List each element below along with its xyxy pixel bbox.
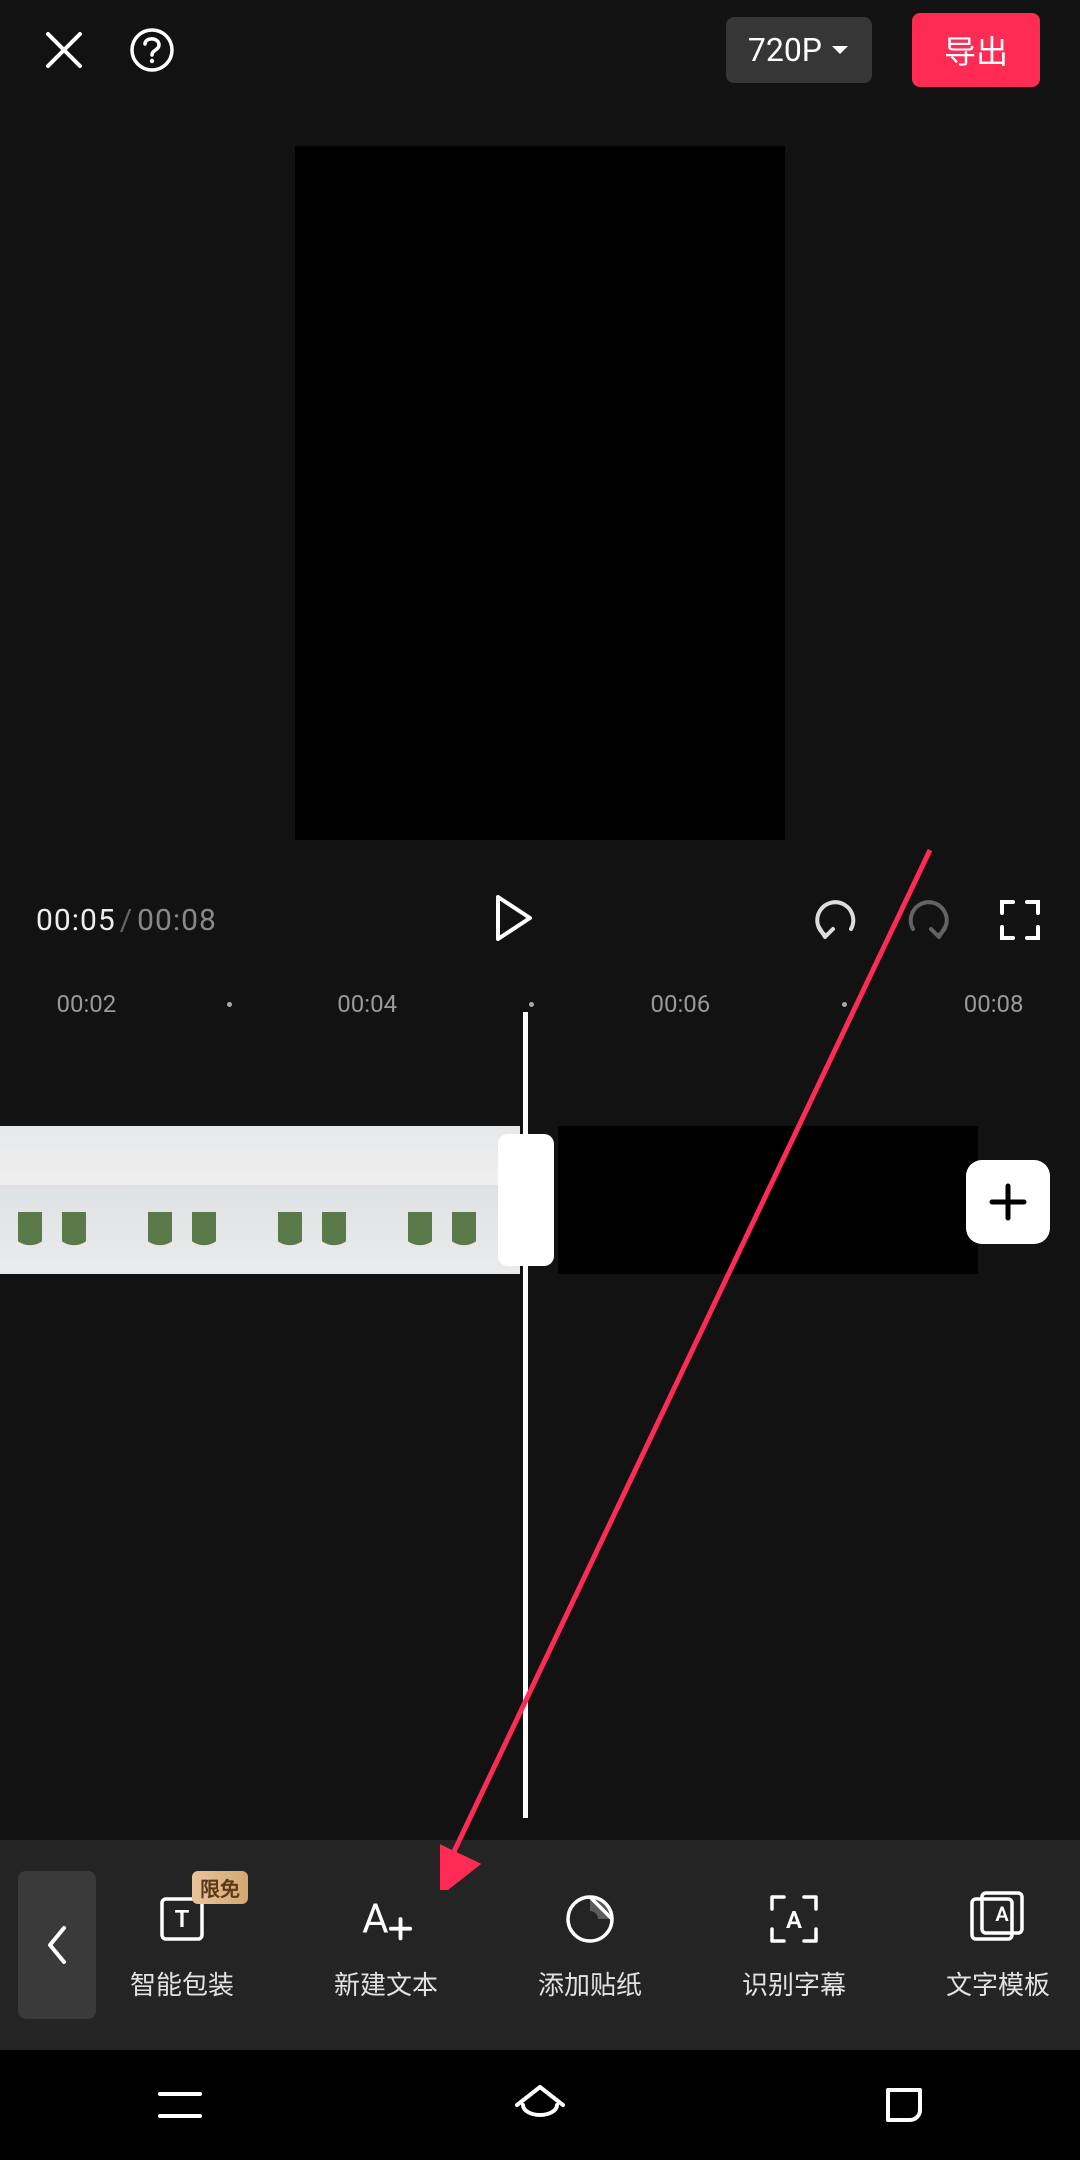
close-button[interactable] bbox=[40, 26, 88, 74]
tool-label: 文字模板 bbox=[946, 1965, 1050, 2002]
playhead[interactable] bbox=[523, 1012, 528, 1818]
time-display: 00:05/00:08 bbox=[36, 903, 217, 938]
add-clip-button[interactable] bbox=[966, 1160, 1050, 1244]
undo-icon bbox=[813, 899, 859, 941]
total-time: 00:08 bbox=[137, 903, 217, 938]
chevron-left-icon bbox=[44, 1924, 70, 1966]
undo-button[interactable] bbox=[812, 896, 860, 944]
nav-back-button[interactable] bbox=[860, 2080, 940, 2130]
svg-text:A: A bbox=[995, 1902, 1009, 1926]
tool-smart-package[interactable]: 限免 T 智能包装 bbox=[130, 1889, 234, 2002]
tool-label: 识别字幕 bbox=[742, 1965, 846, 2002]
ruler-tick: 00:08 bbox=[964, 990, 1024, 1018]
menu-icon bbox=[154, 2086, 206, 2124]
nav-home-button[interactable] bbox=[500, 2080, 580, 2130]
empty-track[interactable] bbox=[558, 1126, 978, 1274]
video-track[interactable] bbox=[0, 1126, 520, 1274]
export-button[interactable]: 导出 bbox=[912, 13, 1040, 87]
plus-icon bbox=[987, 1181, 1029, 1223]
toolbar-back-button[interactable] bbox=[18, 1871, 96, 2019]
chevron-down-icon bbox=[830, 43, 850, 57]
svg-text:A: A bbox=[786, 1906, 802, 1934]
system-nav-bar bbox=[0, 2050, 1080, 2160]
text-template-icon: A bbox=[968, 1889, 1028, 1949]
home-icon bbox=[513, 2083, 567, 2127]
redo-button[interactable] bbox=[904, 896, 952, 944]
new-text-icon: A bbox=[356, 1889, 416, 1949]
preview-area bbox=[0, 100, 1080, 880]
video-frame bbox=[0, 1126, 130, 1274]
sticker-icon bbox=[560, 1889, 620, 1949]
timeline-ruler[interactable]: 00:02 00:04 00:06 00:08 bbox=[0, 974, 1080, 1034]
player-controls: 00:05/00:08 bbox=[0, 880, 1080, 960]
bottom-toolbar: 限免 T 智能包装 A 新建文本 添加贴纸 A 识别字幕 A bbox=[0, 1840, 1080, 2050]
tool-label: 添加贴纸 bbox=[538, 1965, 642, 2002]
tool-label: 新建文本 bbox=[334, 1965, 438, 2002]
timeline[interactable] bbox=[0, 1064, 1080, 1364]
export-label: 导出 bbox=[944, 33, 1008, 71]
tool-new-text[interactable]: A 新建文本 bbox=[334, 1889, 438, 2002]
video-preview[interactable] bbox=[295, 146, 785, 840]
ruler-tick: 00:04 bbox=[337, 990, 397, 1018]
help-icon bbox=[129, 27, 175, 73]
tool-add-sticker[interactable]: 添加贴纸 bbox=[538, 1889, 642, 2002]
ruler-tick: 00:06 bbox=[651, 990, 711, 1018]
ruler-tick: 00:02 bbox=[57, 990, 117, 1018]
free-badge: 限免 bbox=[192, 1871, 248, 1904]
play-icon bbox=[494, 895, 534, 941]
fullscreen-button[interactable] bbox=[996, 896, 1044, 944]
tool-text-template[interactable]: A 文字模板 bbox=[946, 1889, 1050, 2002]
tool-label: 智能包装 bbox=[130, 1965, 234, 2002]
current-time: 00:05 bbox=[36, 903, 116, 938]
fullscreen-icon bbox=[999, 899, 1041, 941]
tool-recognize-subtitle[interactable]: A 识别字幕 bbox=[742, 1889, 846, 2002]
redo-icon bbox=[905, 899, 951, 941]
svg-text:T: T bbox=[175, 1905, 190, 1933]
play-button[interactable] bbox=[494, 895, 534, 945]
recognize-subtitle-icon: A bbox=[764, 1889, 824, 1949]
video-frame bbox=[130, 1126, 260, 1274]
resolution-label: 720P bbox=[748, 31, 822, 69]
video-frame bbox=[260, 1126, 390, 1274]
resolution-selector[interactable]: 720P bbox=[726, 17, 872, 83]
close-icon bbox=[42, 28, 86, 72]
nav-menu-button[interactable] bbox=[140, 2080, 220, 2130]
svg-text:A: A bbox=[362, 1894, 389, 1942]
back-icon bbox=[874, 2084, 926, 2126]
help-button[interactable] bbox=[128, 26, 176, 74]
